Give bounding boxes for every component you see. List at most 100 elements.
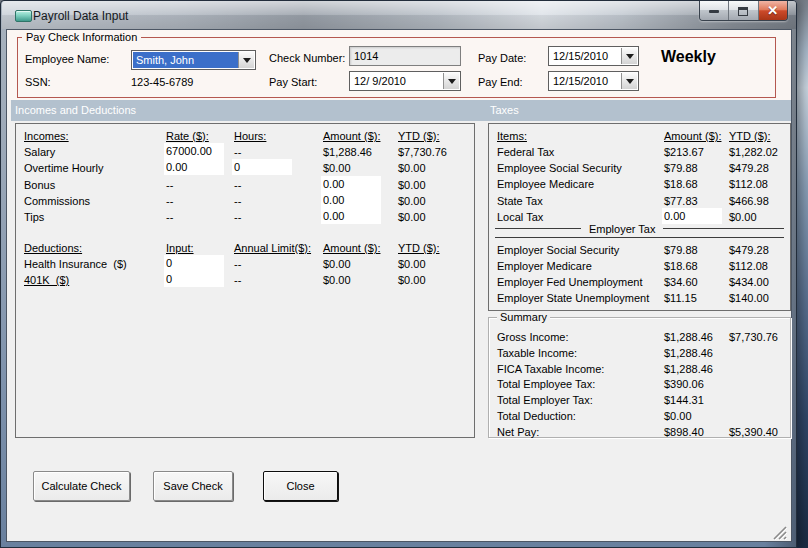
incomes-header-ytd: YTD ($): (398, 129, 440, 143)
caption-buttons: ✕ (699, 1, 788, 21)
employer-tax-label: Employer Tax (581, 223, 663, 235)
maximize-button[interactable] (729, 1, 758, 20)
deductions-401k-label[interactable]: 401K ($) (24, 273, 69, 287)
taxes-section-header: Taxes (490, 100, 519, 121)
save-check-button[interactable]: Save Check (153, 471, 233, 501)
pay-date-picker[interactable]: 12/15/2010 (548, 46, 639, 66)
chevron-down-icon (626, 79, 634, 84)
incomes-commissions-rate: -- (166, 194, 173, 208)
close-check-button[interactable]: Close (263, 471, 338, 501)
incomes-commissions-hours: -- (234, 194, 241, 208)
employer-tax-divider: Employer Tax (495, 222, 784, 238)
taxes-header-amount: Amount ($): (664, 129, 721, 143)
calculate-check-button[interactable]: Calculate Check (33, 471, 130, 501)
pay-date-value: 12/15/2010 (550, 48, 621, 64)
pay-frequency-label: Weekly (661, 48, 716, 66)
pay-date-dropdown-button[interactable] (621, 48, 637, 64)
incomes-overtime-hourly-amount: $0.00 (323, 161, 351, 175)
employer-employer-social-security-ytd: $479.28 (729, 243, 769, 257)
incomes-tips-hours: -- (234, 210, 241, 224)
deductions-header-input: Input: (166, 241, 194, 255)
pay-end-picker[interactable]: 12/15/2010 (548, 71, 639, 91)
taxes-federal-tax-label: Federal Tax (497, 145, 554, 159)
close-button[interactable]: ✕ (759, 1, 787, 20)
deductions-401k-ytd: $0.00 (398, 273, 426, 287)
summary-net-pay-amount: $898.40 (664, 425, 704, 439)
summary-taxable-income-label: Taxable Income: (497, 346, 577, 360)
taxes-employee-social-security-ytd: $479.28 (729, 161, 769, 175)
resize-grip-icon[interactable] (771, 524, 788, 541)
employer-employer-social-security-label: Employer Social Security (497, 243, 619, 257)
employer-employer-medicare-amount: $18.68 (664, 259, 698, 273)
summary-taxable-income-amount: $1,288.46 (664, 346, 713, 360)
employer-employer-fed-unemployment-label: Employer Fed Unemployment (497, 275, 643, 289)
pay-start-picker[interactable]: 12/ 9/2010 (349, 71, 461, 91)
deductions-header-annual-limit: Annual Limit($): (234, 241, 311, 255)
incomes-bonus-amount-input[interactable] (321, 176, 381, 192)
title-bar[interactable]: Payroll Data Input (2, 1, 796, 29)
employee-name-dropdown-button[interactable] (238, 52, 254, 68)
deductions-health-insurance-ytd: $0.00 (398, 257, 426, 271)
deductions-header-amount: Amount ($): (323, 241, 380, 255)
incomes-header-label: Incomes: (24, 129, 69, 143)
deductions-health-insurance-label: Health Insurance ($) (24, 257, 127, 271)
summary-total-employer-tax-label: Total Employer Tax: (497, 393, 593, 407)
incomes-header-hours: Hours: (234, 129, 266, 143)
summary-total-employer-tax-amount: $144.31 (664, 393, 704, 407)
incomes-commissions-label: Commissions (24, 194, 90, 208)
incomes-bonus-hours: -- (234, 178, 241, 192)
employee-name-combo[interactable]: Smith, John (131, 50, 256, 70)
employee-name-value: Smith, John (133, 52, 238, 68)
deductions-health-insurance-input-input[interactable] (164, 255, 224, 271)
summary-gross-income-label: Gross Income: (497, 330, 569, 344)
taxes-panel: Employer Tax Items: Amount ($): YTD ($): Fe… (488, 123, 791, 311)
pay-end-dropdown-button[interactable] (621, 73, 637, 89)
taxes-state-tax-ytd: $466.98 (729, 194, 769, 208)
summary-total-employee-tax-label: Total Employee Tax: (497, 377, 595, 391)
taxes-state-tax-label: State Tax (497, 194, 543, 208)
incomes-tips-ytd: $0.00 (398, 210, 426, 224)
taxes-employee-social-security-label: Employee Social Security (497, 161, 622, 175)
chevron-down-icon (243, 58, 251, 63)
summary-gross-income-amount: $1,288.46 (664, 330, 713, 344)
chevron-down-icon (626, 54, 634, 59)
pay-start-dropdown-button[interactable] (443, 73, 459, 89)
deductions-header-ytd: YTD ($): (398, 241, 440, 255)
incomes-salary-amount: $1,288.46 (323, 145, 372, 159)
incomes-salary-rate-input[interactable] (164, 143, 224, 159)
incomes-overtime-hourly-rate-input[interactable] (164, 159, 224, 175)
taxes-state-tax-amount: $77.83 (664, 194, 698, 208)
minimize-icon (709, 10, 719, 13)
taxes-local-tax-amount-input[interactable] (662, 208, 722, 224)
taxes-header-ytd: YTD ($): (729, 129, 771, 143)
taxes-header-label: Items: (497, 129, 527, 143)
maximize-icon (738, 7, 748, 16)
deductions-401k-input-input[interactable] (164, 271, 224, 287)
incomes-overtime-hourly-hours-input[interactable] (232, 159, 292, 175)
incomes-deductions-panel: Incomes:Rate ($):Hours:Amount ($):YTD ($… (15, 123, 475, 438)
incomes-header-amount: Amount ($): (323, 129, 380, 143)
window-title: Payroll Data Input (33, 9, 128, 23)
minimize-button[interactable] (700, 1, 729, 20)
close-icon: ✕ (759, 1, 787, 20)
employer-employer-fed-unemployment-amount: $34.60 (664, 275, 698, 289)
deductions-401k-amount: $0.00 (323, 273, 351, 287)
incomes-tips-amount-input[interactable] (321, 208, 381, 224)
incomes-commissions-amount-input[interactable] (321, 192, 381, 208)
taxes-local-tax-label: Local Tax (497, 210, 543, 224)
summary-total-employee-tax-amount: $390.06 (664, 377, 704, 391)
summary-total-deduction-label: Total Deduction: (497, 409, 576, 423)
summary-net-pay-label: Net Pay: (497, 425, 539, 439)
app-icon (15, 10, 32, 22)
incomes-bonus-label: Bonus (24, 178, 55, 192)
deductions-401k-annual-limit: -- (234, 273, 241, 287)
summary-group-box: Summary Gross Income:$1,288.46$7,730.76T… (488, 317, 791, 438)
incomes-salary-hours: -- (234, 145, 241, 159)
employer-employer-state-unemployment-ytd: $140.00 (729, 291, 769, 305)
employer-employer-fed-unemployment-ytd: $434.00 (729, 275, 769, 289)
check-number-input[interactable] (349, 46, 461, 66)
incomes-salary-label: Salary (24, 145, 55, 159)
incomes-commissions-ytd: $0.00 (398, 194, 426, 208)
pay-start-label: Pay Start: (269, 76, 317, 88)
ssn-label: SSN: (25, 76, 51, 88)
